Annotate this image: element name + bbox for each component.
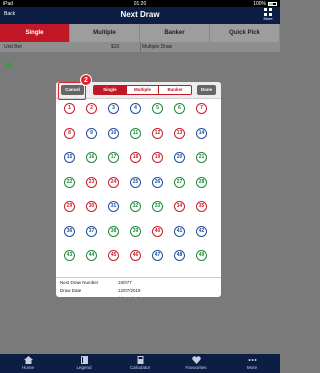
- unit-bet-row: Unit Bet $10 Multiple Draw: [0, 42, 280, 52]
- tabbar-favourites-label: Favourites: [185, 365, 207, 370]
- number-ball[interactable]: 20: [174, 152, 185, 163]
- number-ball[interactable]: 4: [130, 103, 141, 114]
- number-ball[interactable]: 48: [174, 250, 185, 261]
- number-ball[interactable]: 21: [196, 152, 207, 163]
- book-icon: [80, 356, 88, 364]
- tabbar-home-label: Home: [21, 365, 34, 370]
- number-ball[interactable]: 8: [64, 127, 75, 139]
- number-ball[interactable]: 26: [152, 176, 163, 188]
- number-ball[interactable]: 45: [108, 250, 119, 261]
- done-button[interactable]: Done: [197, 85, 216, 95]
- number-ball[interactable]: 35: [196, 201, 207, 212]
- tab-multiple[interactable]: Multiple: [70, 24, 140, 42]
- number-ball[interactable]: 17: [108, 152, 119, 163]
- number-ball[interactable]: 9: [86, 127, 97, 139]
- next-draw-label: Next Draw Number: [60, 280, 99, 285]
- tabbar-favourites[interactable]: Favourites: [168, 354, 224, 373]
- number-ball[interactable]: 15: [64, 152, 75, 163]
- number-ball[interactable]: 31: [108, 201, 119, 212]
- segment-multiple[interactable]: Multiple: [127, 86, 160, 94]
- status-bar: iPad 01:20 100%: [0, 0, 280, 7]
- page-title: Next Draw: [120, 10, 160, 19]
- number-ball[interactable]: 41: [174, 225, 185, 237]
- number-ball[interactable]: 22: [64, 176, 75, 188]
- unit-bet-label: Unit Bet: [4, 44, 22, 50]
- number-ball[interactable]: 16: [86, 152, 97, 163]
- number-ball[interactable]: 36: [64, 225, 75, 237]
- number-ball[interactable]: 28: [196, 176, 207, 188]
- number-ball[interactable]: 25: [130, 176, 141, 188]
- tabbar-more-label: More: [246, 365, 258, 370]
- tabbar-calculator[interactable]: Calculator: [112, 354, 168, 373]
- number-ball[interactable]: 37: [86, 225, 97, 237]
- number-ball[interactable]: 3: [108, 103, 119, 114]
- calculator-icon: [137, 356, 143, 364]
- tabbar-home[interactable]: Home: [0, 354, 56, 373]
- divider: [140, 42, 141, 52]
- number-ball[interactable]: 40: [152, 225, 163, 237]
- tab-single[interactable]: Single: [0, 24, 70, 42]
- number-ball[interactable]: 24: [108, 176, 119, 188]
- tabbar-calculator-label: Calculator: [129, 365, 151, 370]
- step-badge: 2: [80, 74, 92, 86]
- more-label: More: [263, 16, 273, 21]
- segment-single[interactable]: Single: [94, 86, 127, 94]
- number-ball[interactable]: 43: [64, 250, 75, 261]
- draw-info: Next Draw Number 18/077 Draw Date 12/07/…: [56, 277, 221, 297]
- multiple-draw-label[interactable]: Multiple Draw: [142, 44, 172, 50]
- draw-date-row: Draw Date 12/07/2018 (Thursday): [60, 287, 141, 297]
- number-ball[interactable]: 38: [108, 225, 119, 237]
- number-ball[interactable]: 12: [152, 127, 163, 139]
- more-icon: [248, 359, 256, 361]
- home-icon: [23, 356, 33, 364]
- number-ball[interactable]: 49: [196, 250, 207, 261]
- number-ball[interactable]: 1: [64, 103, 75, 114]
- segment-banker[interactable]: Banker: [159, 86, 191, 94]
- draw-date-label: Draw Date: [60, 288, 82, 293]
- number-ball[interactable]: 29: [64, 201, 75, 212]
- battery-icon: [268, 2, 277, 6]
- add-icon[interactable]: [6, 62, 12, 68]
- number-ball[interactable]: 11: [130, 127, 141, 139]
- bottom-tab-bar: Home Legend Calculator Favourites More: [0, 354, 280, 373]
- number-ball[interactable]: 42: [196, 225, 207, 237]
- tabbar-legend-label: Legend: [76, 365, 92, 370]
- grid-icon: [264, 8, 272, 16]
- number-ball[interactable]: 10: [108, 127, 119, 139]
- number-ball[interactable]: 33: [152, 201, 163, 212]
- tab-banker[interactable]: Banker: [140, 24, 210, 42]
- draw-date-value: 12/07/2018 (Thursday): [118, 288, 141, 297]
- number-ball[interactable]: 7: [196, 103, 207, 114]
- number-picker-modal: Cancel Single Multiple Banker Done 12345…: [56, 82, 221, 297]
- number-ball[interactable]: 39: [130, 225, 141, 237]
- tabbar-more[interactable]: More: [224, 354, 280, 373]
- number-ball[interactable]: 34: [174, 201, 185, 212]
- tabbar-legend[interactable]: Legend: [56, 354, 112, 373]
- tab-quick-pick[interactable]: Quick Pick: [210, 24, 280, 42]
- number-ball[interactable]: 14: [196, 127, 207, 139]
- number-ball[interactable]: 46: [130, 250, 141, 261]
- bet-type-tabs: Single Multiple Banker Quick Pick: [0, 24, 280, 42]
- number-ball[interactable]: 13: [174, 127, 185, 139]
- nav-bar: Back Next Draw More: [0, 7, 280, 24]
- number-ball[interactable]: 5: [152, 103, 163, 114]
- number-ball[interactable]: 19: [152, 152, 163, 163]
- next-draw-row: Next Draw Number 18/077: [60, 279, 132, 287]
- number-ball[interactable]: 30: [86, 201, 97, 212]
- number-ball[interactable]: 32: [130, 201, 141, 212]
- segment-control: Single Multiple Banker: [93, 85, 192, 95]
- heart-icon: [191, 356, 201, 364]
- number-ball[interactable]: 27: [174, 176, 185, 188]
- number-ball[interactable]: 18: [130, 152, 141, 163]
- number-ball[interactable]: 2: [86, 103, 97, 114]
- number-ball[interactable]: 6: [174, 103, 185, 114]
- unit-bet-value[interactable]: $10: [111, 44, 119, 50]
- number-ball[interactable]: 44: [86, 250, 97, 261]
- next-draw-value: 18/077: [118, 280, 132, 285]
- number-ball[interactable]: 23: [86, 176, 97, 188]
- more-button[interactable]: More: [260, 8, 276, 21]
- number-ball[interactable]: 47: [152, 250, 163, 261]
